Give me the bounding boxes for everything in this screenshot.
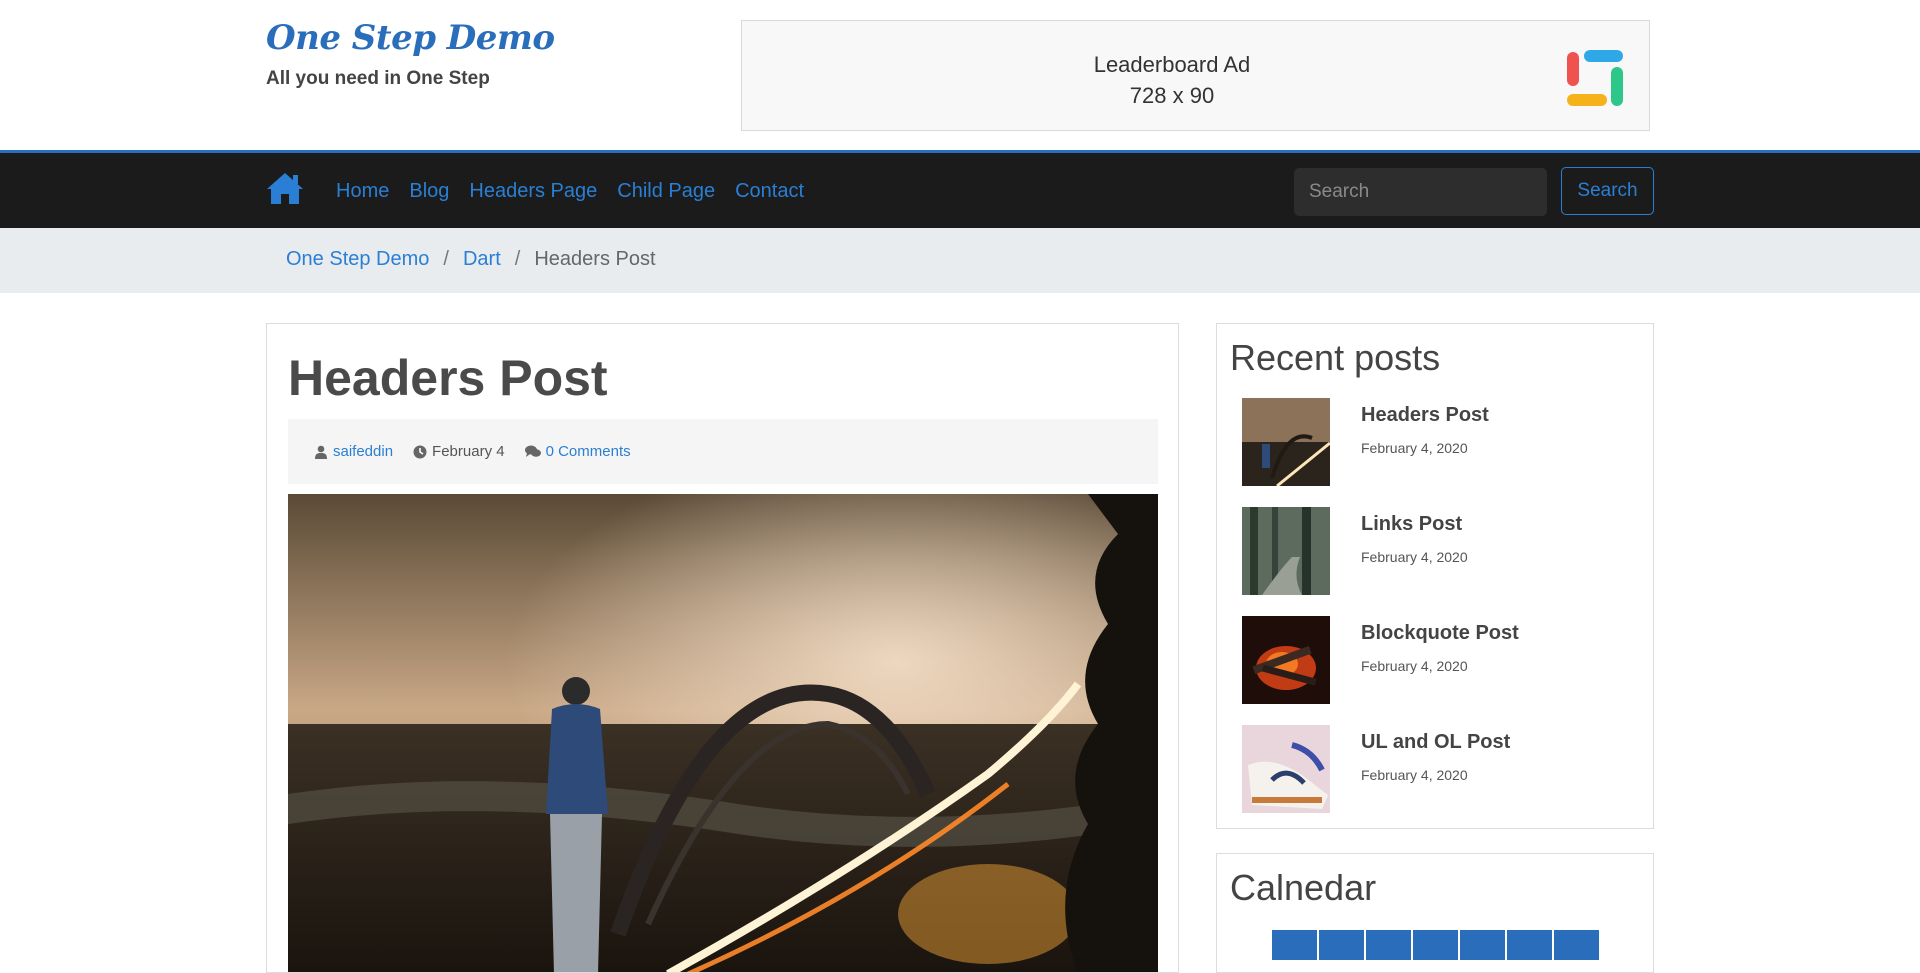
post-author-link[interactable]: saifeddin (333, 443, 393, 460)
recent-posts-title: Recent posts (1230, 337, 1441, 378)
recent-post-item[interactable]: UL and OL Post February 4, 2020 (1242, 725, 1642, 813)
site-title-link[interactable]: One Step Demo (266, 14, 555, 62)
nav-links: Home Blog Headers Page Child Page Contac… (336, 177, 824, 205)
post-date: February 4 (413, 443, 505, 460)
breadcrumb-bar: One Step Demo / Dart / Headers Post (0, 228, 1920, 293)
breadcrumb: One Step Demo / Dart / Headers Post (286, 248, 656, 271)
recent-post-date: February 4, 2020 (1361, 658, 1468, 674)
ad-title: Leaderboard Ad (1093, 52, 1251, 77)
breadcrumb-link-category[interactable]: Dart (463, 248, 501, 271)
calendar-title: Calnedar (1230, 867, 1377, 908)
breadcrumb-current: Headers Post (534, 248, 656, 270)
calendar-day-header (1413, 930, 1458, 960)
site-header: One Step Demo All you need in One Step L… (0, 0, 1920, 150)
site-tagline: All you need in One Step (266, 68, 490, 89)
recent-post-date: February 4, 2020 (1361, 549, 1468, 565)
calendar-day-header (1507, 930, 1552, 960)
breadcrumb-separator: / (514, 248, 521, 270)
clock-icon (413, 445, 427, 458)
calendar-day-header (1460, 930, 1505, 960)
user-icon (315, 445, 327, 459)
nav-link-home[interactable]: Home (336, 177, 389, 205)
home-icon (267, 173, 303, 204)
calendar-widget: Calnedar (1216, 853, 1654, 973)
nav-link-contact[interactable]: Contact (735, 177, 804, 205)
post-meta: saifeddin February 4 0 Comments (288, 419, 1158, 484)
recent-post-title[interactable]: Headers Post (1361, 404, 1489, 427)
recent-post-date: February 4, 2020 (1361, 767, 1468, 783)
calendar-day-header (1554, 930, 1599, 960)
recent-post-item[interactable]: Blockquote Post February 4, 2020 (1242, 616, 1642, 704)
recent-post-title[interactable]: Blockquote Post (1361, 622, 1519, 645)
post-date-text: February 4 (432, 443, 505, 460)
post-title: Headers Post (288, 350, 608, 406)
comments-icon (524, 445, 541, 457)
leaderboard-ad[interactable]: Leaderboard Ad 728 x 90 (741, 20, 1650, 131)
post-comments-link[interactable]: 0 Comments (546, 443, 631, 460)
recent-post-title[interactable]: Links Post (1361, 513, 1462, 536)
ad-size: 728 x 90 (1129, 83, 1215, 108)
breadcrumb-separator: / (443, 248, 449, 270)
recent-post-thumbnail[interactable] (1242, 725, 1330, 813)
nav-link-child-page[interactable]: Child Page (617, 177, 715, 205)
calendar-day-header (1366, 930, 1411, 960)
nav-link-blog[interactable]: Blog (409, 177, 449, 205)
recent-posts-widget: Recent posts Headers Post February 4, 20… (1216, 323, 1654, 829)
main-navbar: Home Blog Headers Page Child Page Contac… (0, 150, 1920, 228)
recent-post-title[interactable]: UL and OL Post (1361, 731, 1510, 754)
recent-post-item[interactable]: Links Post February 4, 2020 (1242, 507, 1642, 595)
recent-post-thumbnail[interactable] (1242, 398, 1330, 486)
recent-post-item[interactable]: Headers Post February 4, 2020 (1242, 398, 1642, 486)
calendar-header-row (1272, 930, 1601, 960)
post-author: saifeddin (314, 443, 393, 460)
brand: One Step Demo All you need in One Step (266, 14, 555, 90)
nav-link-headers-page[interactable]: Headers Page (469, 177, 597, 205)
recent-post-thumbnail[interactable] (1242, 616, 1330, 704)
ad-text: Leaderboard Ad 728 x 90 (742, 49, 1602, 111)
search-button[interactable]: Search (1561, 167, 1654, 215)
breadcrumb-link-home[interactable]: One Step Demo (286, 248, 429, 271)
calendar-day-header (1319, 930, 1364, 960)
bridge-night-photo (288, 494, 1158, 972)
recent-post-thumbnail[interactable] (1242, 507, 1330, 595)
calendar-day-header (1272, 930, 1317, 960)
post-comments: 0 Comments (524, 443, 631, 460)
search-input[interactable] (1294, 168, 1547, 216)
recent-post-date: February 4, 2020 (1361, 440, 1468, 456)
post-card: Headers Post saifeddin February 4 0 Comm… (266, 323, 1179, 973)
leaderboard-logo-icon (1567, 50, 1623, 106)
